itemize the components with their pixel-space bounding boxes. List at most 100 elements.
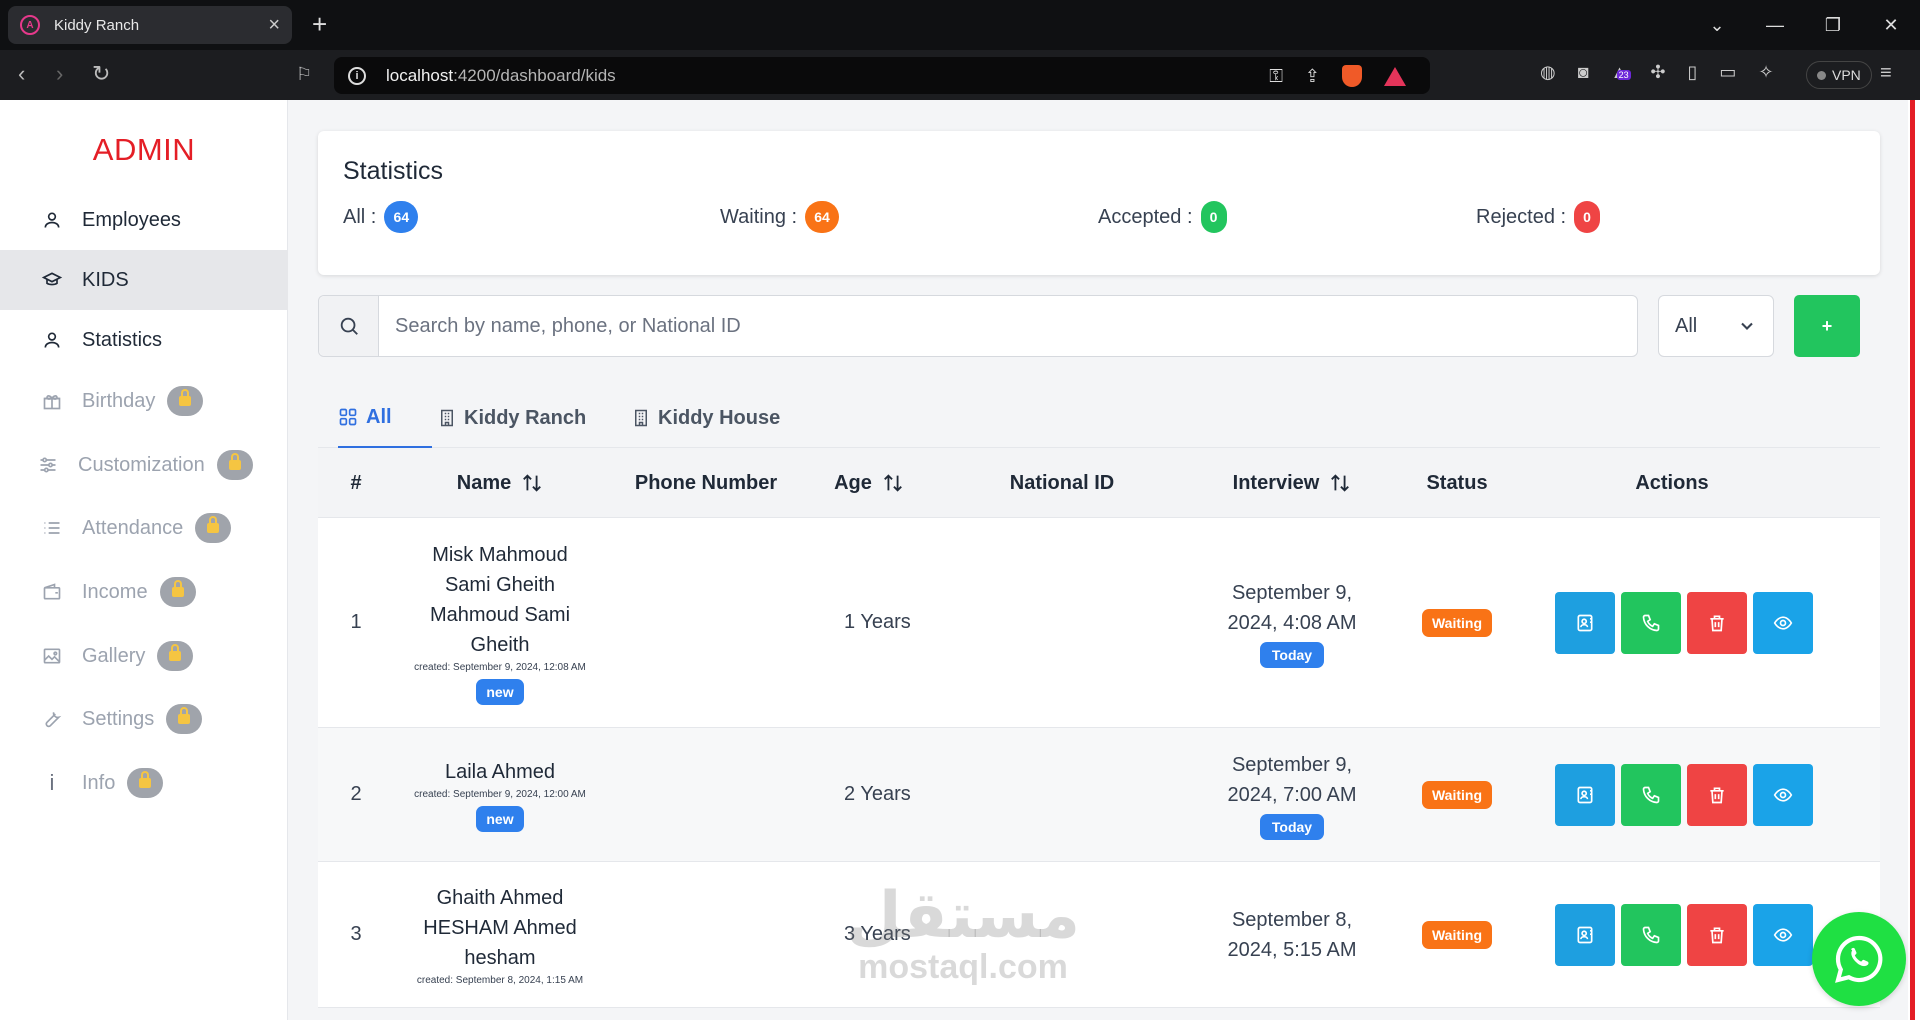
whatsapp-button[interactable] (1812, 912, 1906, 1006)
row-status: Waiting (1392, 518, 1522, 727)
list-icon (40, 518, 64, 538)
row-phone (606, 862, 806, 1007)
wallet-icon[interactable]: ▭ (1719, 62, 1736, 83)
call-button[interactable] (1621, 903, 1681, 966)
key-icon[interactable]: ⚿ (1269, 66, 1283, 87)
delete-button[interactable] (1687, 903, 1747, 966)
tab-all[interactable]: All (338, 388, 432, 448)
sort-icon[interactable] (1329, 472, 1351, 494)
sidebar-item-attendance[interactable]: Attendance (0, 498, 288, 558)
brave-shield-icon[interactable] (1342, 65, 1362, 87)
extension-badge-icon[interactable]: ▲23 (1611, 62, 1631, 83)
accepted-count-badge: 0 (1200, 201, 1227, 233)
contact-card-icon (1577, 926, 1593, 943)
lock-icon (157, 641, 194, 671)
sidebar-item-customization[interactable]: Customization (0, 435, 288, 495)
brave-rewards-icon[interactable] (1384, 66, 1406, 86)
sidebar-item-employees[interactable]: Employees (0, 190, 288, 250)
back-icon[interactable]: ‹ (18, 62, 25, 86)
reload-icon[interactable]: ↻ (92, 62, 110, 86)
table-row: 3 Ghaith Ahmed HESHAM Ahmed hesham creat… (318, 862, 1880, 1008)
site-info-icon[interactable]: i (348, 66, 366, 85)
lock-icon (127, 768, 164, 798)
sidebar-item-gallery[interactable]: Gallery (0, 626, 288, 686)
lock-icon (216, 450, 253, 480)
sidebar-item-statistics[interactable]: Statistics (0, 310, 288, 370)
menu-icon[interactable]: ≡ (1880, 62, 1892, 85)
contact-card-icon (1577, 614, 1593, 631)
sidebar-item-kids[interactable]: KIDS (0, 250, 288, 310)
statistics-card: Statistics All : 64 Waiting : 64 Accepte… (318, 131, 1880, 275)
sidebar-item-income[interactable]: Income (0, 562, 288, 622)
globe-icon[interactable]: ◍ (1540, 62, 1556, 83)
url-text[interactable]: localhost:4200/dashboard/kids (386, 66, 616, 86)
sidebar-icon[interactable]: ▯ (1688, 62, 1698, 83)
tab-search-chevron-icon[interactable]: ⌄ (1688, 15, 1746, 36)
view-button[interactable] (1753, 591, 1813, 654)
contact-card-button[interactable] (1555, 903, 1615, 966)
search-icon (319, 296, 379, 356)
forward-icon[interactable]: › (56, 62, 63, 86)
chevron-down-icon (1741, 322, 1753, 330)
call-button[interactable] (1621, 763, 1681, 826)
row-phone (606, 518, 806, 727)
new-tab-button[interactable]: + (312, 10, 327, 38)
phone-icon (1642, 786, 1660, 803)
lock-icon (195, 513, 232, 543)
stat-waiting: Waiting : 64 (720, 201, 840, 233)
row-status: Waiting (1392, 862, 1522, 1007)
close-window-icon[interactable]: ✕ (1862, 15, 1920, 36)
vpn-button[interactable]: VPN (1806, 61, 1872, 89)
sidebar-item-birthday[interactable]: Birthday (0, 371, 288, 431)
tab-kiddy-ranch[interactable]: Kiddy Ranch (438, 388, 586, 448)
restore-icon[interactable]: ❐ (1804, 15, 1862, 36)
eye-icon (1773, 927, 1793, 942)
view-button[interactable] (1753, 763, 1813, 826)
row-interview: September 9, 2024, 4:08 AM Today (1192, 518, 1392, 727)
minimize-icon[interactable]: — (1746, 15, 1804, 36)
today-badge: Today (1259, 813, 1325, 840)
header-status: Status (1426, 471, 1488, 494)
header-interview[interactable]: Interview (1192, 448, 1392, 518)
add-kid-button[interactable]: + (1794, 295, 1860, 357)
branch-filter-select[interactable]: All (1658, 295, 1774, 357)
row-age: 2 Years (844, 783, 911, 805)
header-name[interactable]: Name (394, 448, 606, 518)
vpn-status-dot (1817, 70, 1826, 80)
statistics-title: Statistics (343, 157, 444, 185)
camera-icon[interactable]: ◙ (1578, 62, 1589, 83)
browser-tab[interactable]: A Kiddy Ranch × (8, 6, 292, 44)
tab-kiddy-house[interactable]: Kiddy House (632, 388, 780, 448)
close-tab-icon[interactable]: × (268, 14, 280, 37)
puzzle-icon[interactable]: ✣ (1650, 62, 1665, 83)
sidebar-item-settings[interactable]: Settings (0, 689, 288, 749)
contact-card-button[interactable] (1555, 591, 1615, 654)
new-badge: new (476, 806, 524, 832)
bookmark-icon[interactable]: ⚐ (296, 62, 312, 86)
user-icon (40, 210, 64, 230)
lock-icon (159, 577, 196, 607)
row-index: 2 (350, 783, 362, 805)
leo-icon[interactable]: ✧ (1758, 62, 1773, 83)
today-badge: Today (1259, 641, 1325, 668)
contact-card-button[interactable] (1555, 763, 1615, 826)
scrollbar-thumb[interactable] (1910, 100, 1915, 1020)
view-button[interactable] (1753, 903, 1813, 966)
branch-tabs: All Kiddy Ranch Kiddy House (318, 388, 1880, 448)
sort-icon[interactable] (882, 472, 904, 494)
all-count-badge: 64 (384, 201, 419, 233)
created-date: created: September 8, 2024, 1:15 AM (416, 975, 584, 986)
new-badge: new (476, 679, 524, 705)
search-input[interactable] (379, 296, 1637, 356)
call-button[interactable] (1621, 591, 1681, 654)
delete-button[interactable] (1687, 763, 1747, 826)
delete-button[interactable] (1687, 591, 1747, 654)
header-age[interactable]: Age (806, 448, 932, 518)
share-icon[interactable]: ⇪ (1305, 66, 1320, 87)
sort-icon[interactable] (521, 472, 543, 494)
address-bar[interactable]: i localhost:4200/dashboard/kids ⚿ ⇪ (334, 57, 1430, 94)
stat-all: All : 64 (343, 201, 419, 233)
eye-icon (1773, 787, 1793, 802)
sidebar-item-info[interactable]: i Info (0, 753, 288, 813)
row-actions (1554, 518, 1814, 727)
